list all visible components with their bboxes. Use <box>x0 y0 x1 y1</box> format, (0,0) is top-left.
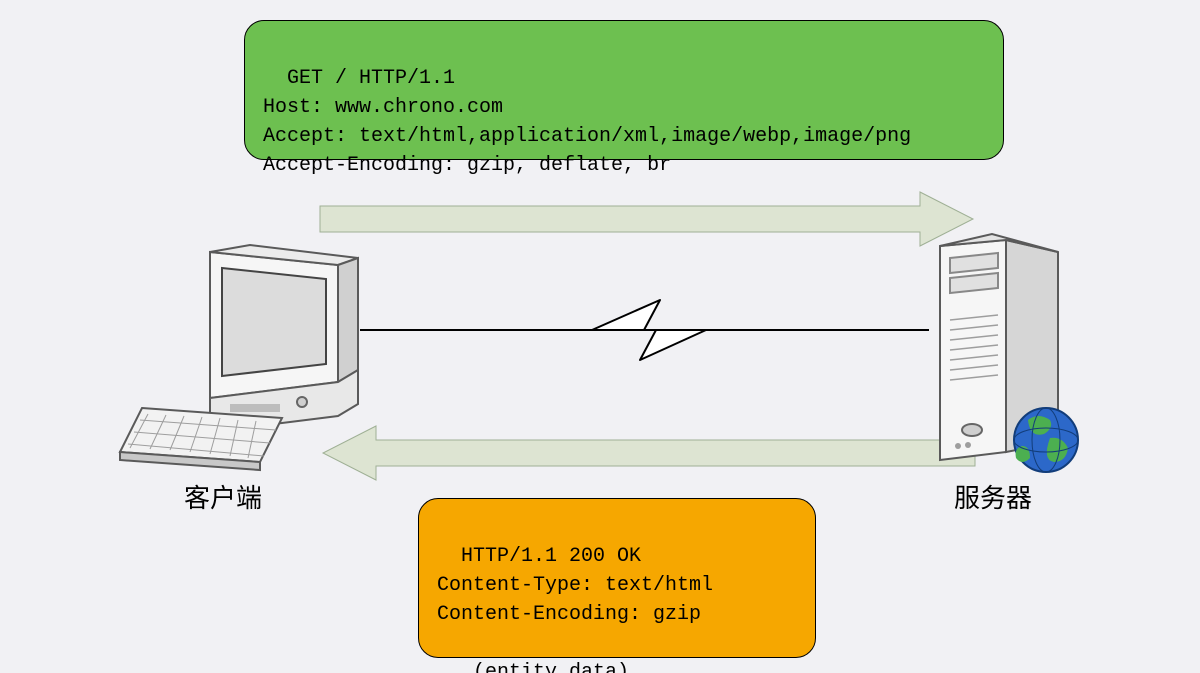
server-label: 服务器 <box>954 478 1032 515</box>
http-request-box: GET / HTTP/1.1 Host: www.chrono.com Acce… <box>244 20 1004 160</box>
client-label: 客户端 <box>184 478 262 515</box>
client-computer-icon <box>120 245 358 470</box>
globe-icon <box>1014 408 1078 472</box>
network-link-icon <box>360 300 929 360</box>
http-response-text: HTTP/1.1 200 OK Content-Type: text/html … <box>437 545 713 673</box>
http-request-text: GET / HTTP/1.1 Host: www.chrono.com Acce… <box>263 67 911 177</box>
request-arrow-icon <box>320 192 973 246</box>
http-response-box: HTTP/1.1 200 OK Content-Type: text/html … <box>418 498 816 658</box>
server-tower-icon <box>940 234 1058 460</box>
response-arrow-icon <box>323 426 975 480</box>
